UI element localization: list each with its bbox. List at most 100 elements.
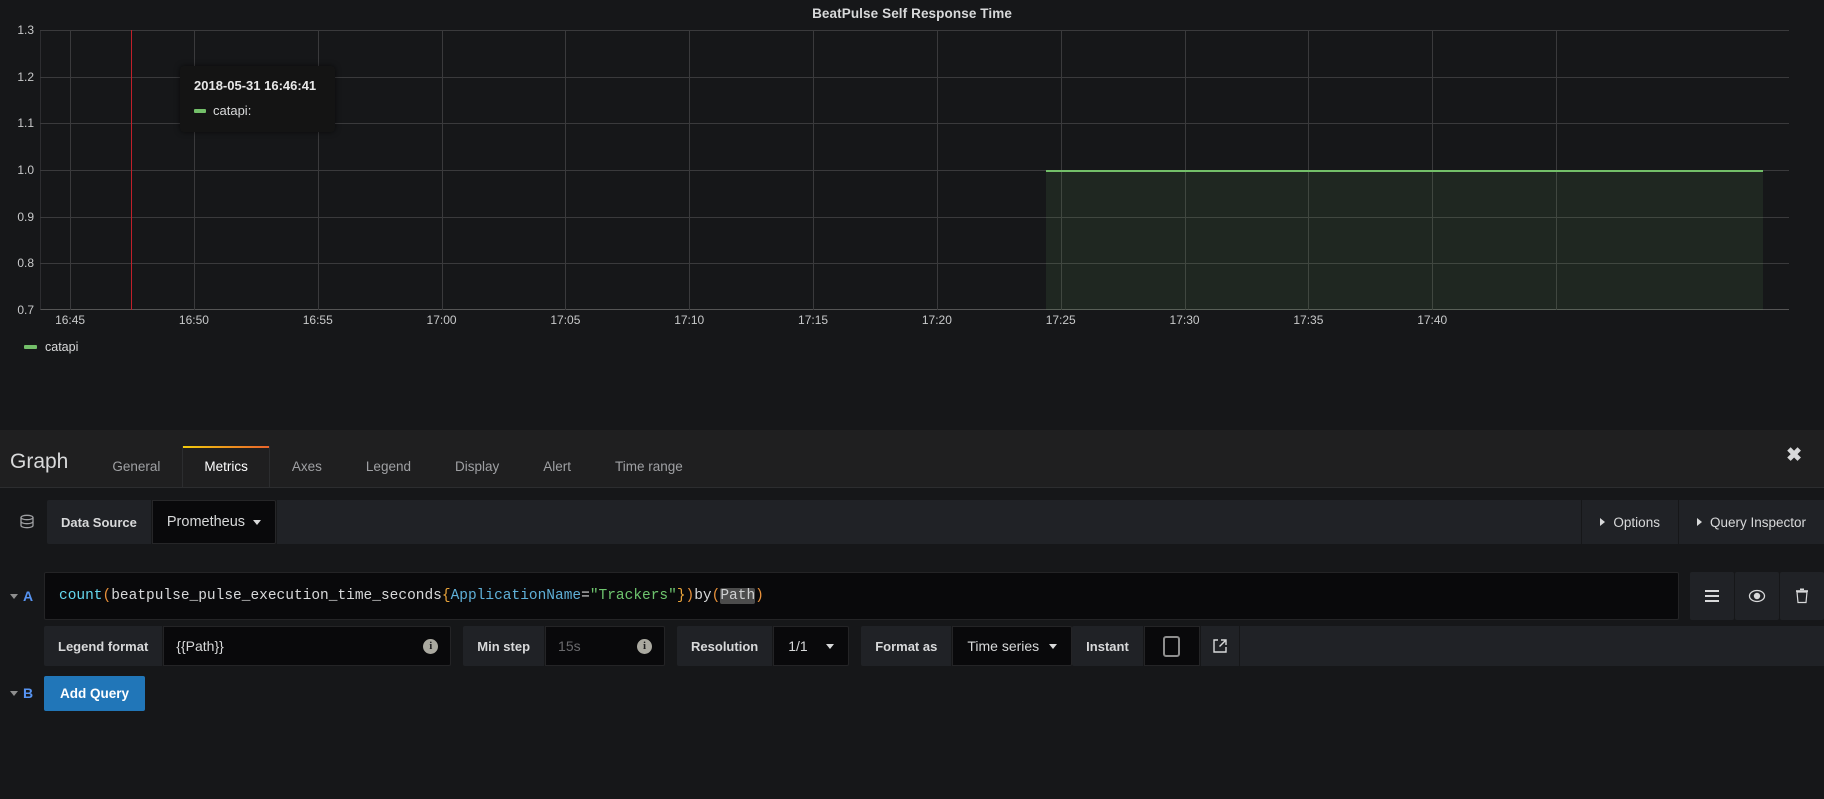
tab-axes[interactable]: Axes [270,459,344,488]
query-token-group-open: ( [711,588,721,604]
x-axis-tick: 17:25 [1045,313,1076,327]
resolution-value: 1/1 [788,638,808,654]
graph-tooltip: 2018-05-31 16:46:41 catapi: [180,66,335,132]
query-action-buttons [1689,572,1824,620]
y-axis-tick: 1.3 [17,23,34,37]
x-axis-tick: 17:35 [1293,313,1324,327]
y-axis-tick: 1.0 [17,163,34,177]
query-ref-id-b[interactable]: B [4,685,44,701]
database-icon [8,500,46,544]
datasource-row: Data Source Prometheus Options Query Ins… [0,500,1824,544]
tooltip-series-row: catapi: [194,103,319,118]
tooltip-series-label: catapi: [213,103,252,118]
eye-icon[interactable] [1735,572,1779,620]
query-options-spacer [1239,626,1824,666]
query-inspector-button[interactable]: Query Inspector [1678,500,1824,544]
datasource-picker[interactable]: Prometheus [151,500,277,544]
datasource-label: Data Source [47,500,151,544]
graph-panel: BeatPulse Self Response Time 2018-05-31 … [0,0,1824,430]
format-as-value: Time series [967,638,1040,654]
query-token-equals: = [581,588,590,604]
panel-editor: Graph General Metrics Axes Legend Displa… [0,430,1824,713]
chevron-down-icon [826,643,835,649]
legend-color-swatch-icon [24,345,37,349]
x-axis-tick: 17:00 [426,313,457,327]
query-ref-id-label: A [23,588,34,604]
close-icon[interactable]: ✖ [1786,446,1802,465]
query-ref-id-a[interactable]: A [4,572,44,620]
datasource-spacer [277,500,1582,544]
y-axis-tick: 0.8 [17,256,34,271]
y-axis-tick: 1.1 [17,116,34,131]
tooltip-timestamp: 2018-05-31 16:46:41 [194,78,317,93]
query-options-row: Legend format {{Path}} i Min step 15s i … [0,626,1824,666]
graph-legend[interactable]: catapi [24,340,78,354]
options-label: Options [1613,514,1660,530]
format-as-select[interactable]: Time series [952,626,1073,666]
legend-format-input[interactable]: {{Path}} i [163,626,452,666]
editor-tabbar: Graph General Metrics Axes Legend Displa… [0,430,1824,488]
query-token-label-value: "Trackers" [589,588,677,604]
query-token-group-by: Path [720,588,756,604]
page-title: BeatPulse Self Response Time [812,6,1012,21]
x-axis-tick: 17:20 [921,313,952,327]
options-toggle-button[interactable]: Options [1582,500,1678,544]
min-step-input[interactable]: 15s i [545,626,666,666]
query-token-function: count [59,588,103,604]
y-axis-tick: 0.9 [17,209,34,224]
query-token-group-close: ) [755,588,764,604]
trash-icon[interactable] [1780,572,1824,620]
x-axis-tick: 16:50 [178,313,209,327]
info-icon[interactable]: i [423,638,439,654]
hamburger-icon[interactable] [1690,572,1734,620]
x-axis: 16:45 16:50 16:55 17:00 17:05 17:10 17:1… [40,313,1789,335]
tab-metrics[interactable]: Metrics [182,445,270,488]
editor-title: Graph [10,450,69,473]
add-query-button[interactable]: Add Query [44,675,146,711]
resolution-label: Resolution [677,626,773,666]
checkbox-icon [1163,635,1181,657]
series-color-swatch-icon [194,108,206,113]
tab-alert[interactable]: Alert [521,459,593,488]
chevron-down-icon [1049,643,1058,649]
x-axis-tick: 17:40 [1417,313,1448,327]
query-token-keyword-by: by [694,588,712,604]
query-ref-id-label: B [23,685,34,701]
format-as-label: Format as [861,626,952,666]
chevron-right-icon [1696,518,1702,526]
chevron-right-icon [1600,518,1606,526]
x-axis-tick: 17:30 [1169,313,1200,327]
chevron-down-icon [10,593,18,599]
query-token-open-paren: ( [102,588,112,604]
query-expression-input[interactable]: count(beatpulse_pulse_execution_time_sec… [44,572,1679,620]
datasource-value: Prometheus [166,514,246,530]
share-icon[interactable] [1200,626,1239,666]
query-inspector-label: Query Inspector [1709,514,1806,530]
query-row-b: B Add Query [0,673,1824,713]
y-axis-tick: 1.2 [17,69,34,84]
min-step-value: 15s [558,638,581,654]
x-axis-tick: 17:15 [798,313,829,327]
query-token-close-brace: } [676,588,686,604]
info-icon[interactable]: i [637,638,653,654]
instant-checkbox[interactable] [1143,626,1200,666]
legend-format-value: {{Path}} [176,638,224,654]
chevron-down-icon [253,519,262,525]
legend-item-catapi[interactable]: catapi [45,340,78,354]
query-expression-row: A count(beatpulse_pulse_execution_time_s… [0,572,1824,620]
x-axis-tick: 16:45 [55,313,86,327]
query-token-label-name: ApplicationName [450,588,582,604]
x-axis-tick: 17:05 [550,313,581,327]
x-axis-tick: 16:55 [302,313,333,327]
query-token-metric: beatpulse_pulse_execution_time_seconds [111,588,442,604]
resolution-select[interactable]: 1/1 [773,626,850,666]
tab-general[interactable]: General [90,459,182,488]
min-step-label: Min step [463,626,545,666]
tab-display[interactable]: Display [433,459,521,488]
instant-label: Instant [1072,626,1143,666]
y-axis-tick: 0.7 [17,303,34,317]
query-row-a: A count(beatpulse_pulse_execution_time_s… [0,572,1824,666]
tab-time-range[interactable]: Time range [593,459,705,488]
tab-legend[interactable]: Legend [344,459,433,488]
legend-format-label: Legend format [44,626,163,666]
